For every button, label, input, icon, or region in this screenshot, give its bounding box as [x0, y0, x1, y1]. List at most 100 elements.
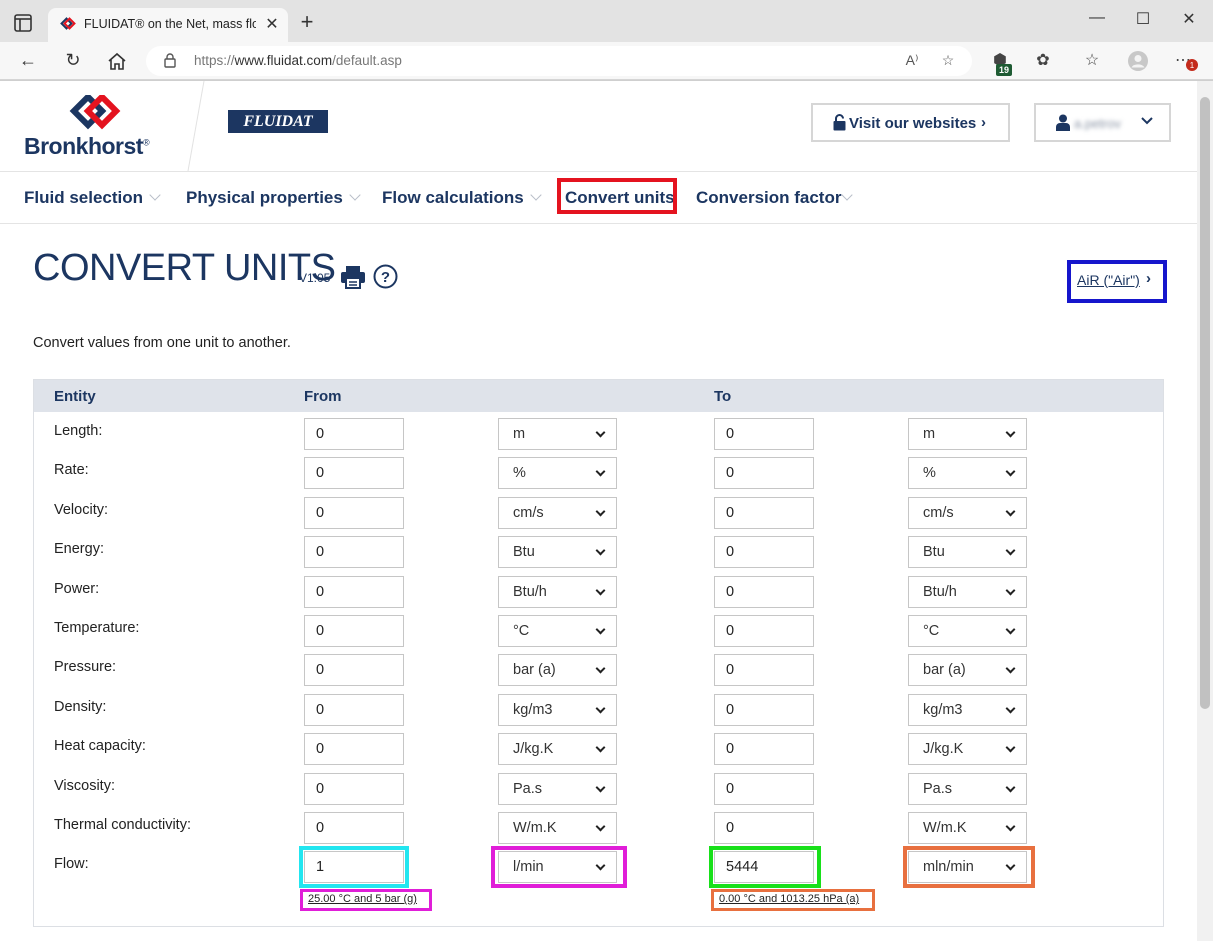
heat-capacity-from-unit-select[interactable]: J/kg.K	[498, 733, 617, 765]
pressure-from-input[interactable]	[304, 654, 404, 686]
tab-actions-icon[interactable]	[10, 10, 36, 36]
pressure-to-unit-select[interactable]: bar (a)	[908, 654, 1027, 686]
energy-to-unit-select[interactable]: Btu	[908, 536, 1027, 568]
chevron-down-icon	[595, 466, 606, 477]
back-icon[interactable]: ←	[16, 50, 40, 72]
power-to-input[interactable]	[714, 576, 814, 608]
entity-label: Length:	[54, 423, 103, 439]
velocity-from-unit-select[interactable]: cm/s	[498, 497, 617, 529]
help-icon[interactable]: ?	[373, 264, 398, 289]
density-from-input[interactable]	[304, 694, 404, 726]
density-from-unit-select[interactable]: kg/m3	[498, 694, 617, 726]
thermal-conductivity-to-unit-select[interactable]: W/m.K	[908, 812, 1027, 844]
length-to-unit-select[interactable]: m	[908, 418, 1027, 450]
temperature-to-input[interactable]	[714, 615, 814, 647]
select-value: bar (a)	[513, 662, 556, 678]
add-favorite-icon[interactable]: ☆	[938, 52, 958, 70]
temperature-from-unit-select[interactable]: °C	[498, 615, 617, 647]
density-to-unit-select[interactable]: kg/m3	[908, 694, 1027, 726]
velocity-to-input[interactable]	[714, 497, 814, 529]
svg-text:1: 1	[1190, 61, 1195, 70]
url-text: https://www.fluidat.com/default.asp	[194, 53, 402, 68]
nav-physical-properties[interactable]: Physical properties	[186, 188, 361, 208]
temperature-from-input[interactable]	[304, 615, 404, 647]
flow-from-conditions-link[interactable]: 25.00 °C and 5 bar (g)	[308, 893, 417, 905]
energy-from-unit-select[interactable]: Btu	[498, 536, 617, 568]
selected-fluid-link[interactable]: AiR ("Air")	[1077, 272, 1140, 288]
power-to-unit-select[interactable]: Btu/h	[908, 576, 1027, 608]
pressure-from-unit-select[interactable]: bar (a)	[498, 654, 617, 686]
velocity-from-input[interactable]	[304, 497, 404, 529]
entity-label: Temperature:	[54, 620, 140, 636]
viscosity-to-input[interactable]	[714, 773, 814, 805]
heat-capacity-to-input[interactable]	[714, 733, 814, 765]
length-from-unit-select[interactable]: m	[498, 418, 617, 450]
entity-label: Thermal conductivity:	[54, 817, 191, 833]
nav-fluid-selection[interactable]: Fluid selection	[24, 188, 161, 208]
visit-websites-label: Visit our websites	[849, 115, 977, 132]
scrollbar-thumb[interactable]	[1200, 97, 1210, 709]
favorites-icon[interactable]: ☆	[1080, 50, 1104, 72]
refresh-icon[interactable]: ↻	[61, 50, 85, 72]
caret-down-icon	[349, 189, 361, 201]
select-value: W/m.K	[923, 820, 967, 836]
energy-to-input[interactable]	[714, 536, 814, 568]
minimize-icon[interactable]: —	[1082, 9, 1112, 27]
viscosity-from-input[interactable]	[304, 773, 404, 805]
maximize-icon[interactable]: ☐	[1128, 9, 1158, 29]
user-menu-button[interactable]: a.petrov	[1034, 103, 1171, 142]
heat-capacity-from-input[interactable]	[304, 733, 404, 765]
heat-capacity-to-unit-select[interactable]: J/kg.K	[908, 733, 1027, 765]
nav-conversion-factor[interactable]: Conversion factor	[696, 188, 854, 208]
energy-from-input[interactable]	[304, 536, 404, 568]
length-to-input[interactable]	[714, 418, 814, 450]
url-field[interactable]: https://www.fluidat.com/default.asp A⁾ ☆	[146, 46, 972, 76]
rate-to-input[interactable]	[714, 457, 814, 489]
header-to: To	[714, 388, 732, 405]
viscosity-from-unit-select[interactable]: Pa.s	[498, 773, 617, 805]
header-from: From	[304, 388, 342, 405]
read-aloud-icon[interactable]: A⁾	[902, 52, 922, 70]
bronkhorst-logo[interactable]: Bronkhorst®	[24, 93, 174, 161]
vertical-scrollbar[interactable]	[1197, 81, 1213, 941]
entity-label: Flow:	[54, 856, 89, 872]
rate-from-unit-select[interactable]: %	[498, 457, 617, 489]
table-row: Temperature: °C °C	[34, 615, 1163, 654]
velocity-to-unit-select[interactable]: cm/s	[908, 497, 1027, 529]
temperature-to-unit-select[interactable]: °C	[908, 615, 1027, 647]
browser-tab[interactable]: FLUIDAT® on the Net, mass flow ✕	[48, 8, 288, 42]
chevron-down-icon	[1005, 466, 1016, 477]
home-icon[interactable]	[105, 50, 129, 72]
thermal-conductivity-from-unit-select[interactable]: W/m.K	[498, 812, 617, 844]
flow-to-conditions-link[interactable]: 0.00 °C and 1013.25 hPa (a)	[719, 893, 859, 905]
tab-close-icon[interactable]: ✕	[262, 14, 282, 34]
thermal-conductivity-from-input[interactable]	[304, 812, 404, 844]
select-value: Btu	[923, 544, 945, 560]
new-tab-icon[interactable]: +	[294, 9, 320, 35]
chevron-down-icon	[1005, 782, 1016, 793]
rate-to-unit-select[interactable]: %	[908, 457, 1027, 489]
visit-websites-button[interactable]: Visit our websites ›	[811, 103, 1010, 142]
window-close-icon[interactable]: ✕	[1174, 9, 1204, 29]
nav-flow-calculations[interactable]: Flow calculations	[382, 188, 542, 208]
table-row: Density: kg/m3 kg/m3	[34, 694, 1163, 733]
rate-from-input[interactable]	[304, 457, 404, 489]
lock-icon[interactable]	[164, 53, 176, 68]
viscosity-to-unit-select[interactable]: Pa.s	[908, 773, 1027, 805]
power-from-unit-select[interactable]: Btu/h	[498, 576, 617, 608]
profile-icon[interactable]	[1126, 50, 1150, 72]
select-value: kg/m3	[923, 702, 963, 718]
caret-down-icon	[530, 189, 542, 201]
print-icon[interactable]	[340, 265, 366, 289]
power-from-input[interactable]	[304, 576, 404, 608]
length-from-input[interactable]	[304, 418, 404, 450]
thermal-conductivity-to-input[interactable]	[714, 812, 814, 844]
density-to-input[interactable]	[714, 694, 814, 726]
fluidat-logo[interactable]: FLUIDAT	[228, 110, 328, 133]
caret-down-icon	[841, 189, 854, 201]
pressure-to-input[interactable]	[714, 654, 814, 686]
caret-down-icon	[149, 189, 161, 201]
chevron-right-icon[interactable]: ›	[1146, 270, 1151, 287]
puzzle-extensions-icon[interactable]: ✿	[1031, 50, 1055, 72]
entity-label: Viscosity:	[54, 778, 115, 794]
